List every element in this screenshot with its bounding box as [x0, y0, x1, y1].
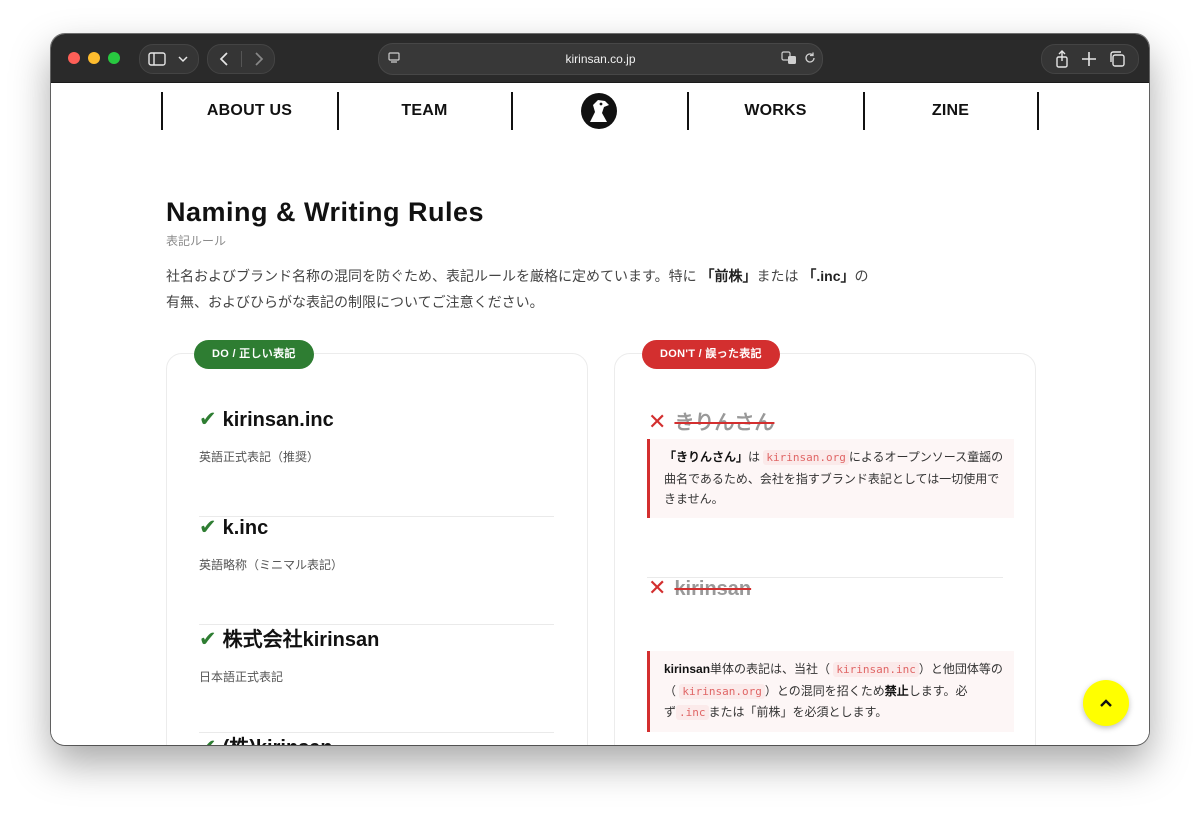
history-nav — [207, 44, 275, 74]
intro-emphasis: 「.inc」 — [802, 268, 855, 284]
back-icon[interactable] — [215, 51, 235, 67]
zoom-window-button[interactable] — [108, 52, 120, 64]
forward-icon[interactable] — [248, 51, 268, 67]
nav-divider — [240, 51, 242, 67]
do-item-note: 英語正式表記（推奨） — [199, 450, 320, 464]
kirinsan-logo-icon[interactable] — [580, 92, 618, 130]
tabs-icon[interactable] — [1108, 50, 1126, 68]
explain-text: または「前株」を必須とします。 — [708, 705, 888, 719]
do-item: ✔ (株)kirinsan — [199, 731, 554, 745]
cross-icon: ✕ — [648, 575, 667, 600]
do-item-label: k.inc — [222, 517, 269, 539]
code-snippet: kirinsan.org — [679, 683, 765, 699]
address-bar[interactable]: kirinsan.co.jp — [378, 43, 823, 75]
intro-part: の — [854, 268, 869, 284]
page-title: Naming & Writing Rules — [166, 197, 485, 227]
url-text: kirinsan.co.jp — [565, 52, 636, 66]
explain-text: 単体の表記は、当社（ — [710, 662, 831, 676]
reload-icon[interactable] — [803, 51, 817, 69]
intro-part: または — [756, 268, 799, 284]
chevron-up-icon — [1100, 699, 1112, 707]
share-icon[interactable] — [1054, 50, 1070, 68]
translate-icon[interactable] — [781, 51, 797, 69]
do-item: ✔ kirinsan.inc 英語正式表記（推奨） — [199, 407, 554, 465]
intro-emphasis: 「前株」 — [700, 268, 757, 284]
do-tag: DO / 正しい表記 — [194, 340, 314, 369]
site-nav: ABOUT US TEAM WORKS ZINE — [161, 92, 1039, 130]
check-icon: ✔ — [199, 736, 217, 745]
intro-text: 社名およびブランド名称の混同を防ぐため、表記ルールを厳格に定めています。特に 「… — [166, 263, 926, 315]
scroll-to-top-button[interactable] — [1083, 680, 1129, 726]
browser-toolbar: kirinsan.co.jp — [51, 34, 1149, 83]
do-item-label: kirinsan.inc — [222, 409, 334, 431]
sidebar-toggle-button[interactable] — [139, 44, 199, 74]
cross-icon: ✕ — [648, 409, 667, 434]
check-icon: ✔ — [199, 408, 217, 431]
explain-emphasis: 禁止 — [884, 683, 909, 698]
nav-item-team[interactable]: TEAM — [337, 102, 512, 120]
browser-window: kirinsan.co.jp ABOUT US TEAM WORKS ZINE … — [51, 34, 1149, 745]
nav-item-about-us[interactable]: ABOUT US — [162, 102, 337, 120]
chevron-down-icon — [178, 56, 188, 63]
toolbar-right-group — [1041, 44, 1139, 74]
dont-item-explanation: kirinsan単体の表記は、当社（ kirinsan.inc ）と他団体等の（ … — [647, 651, 1014, 732]
page-subtitle: 表記ルール — [166, 234, 227, 248]
dont-item-heading: ✕ きりんさん — [648, 406, 774, 435]
nav-item-works[interactable]: WORKS — [688, 102, 863, 120]
explain-text: は — [748, 450, 761, 464]
dont-tag: DON'T / 誤った表記 — [642, 340, 780, 369]
close-window-button[interactable] — [68, 52, 80, 64]
sidebar-icon — [148, 52, 166, 66]
dont-item-heading: ✕ kirinsan — [648, 575, 751, 601]
new-tab-icon[interactable] — [1080, 50, 1098, 68]
do-item: ✔ k.inc 英語略称（ミニマル表記） — [199, 515, 554, 573]
explain-emphasis: kirinsan — [664, 662, 711, 676]
code-snippet: .inc — [676, 705, 709, 720]
do-item-label: 株式会社kirinsan — [222, 629, 380, 651]
do-item-note: 英語略称（ミニマル表記） — [199, 558, 344, 572]
dont-item-explanation: 「きりんさん」は kirinsan.org によるオープンソース童謡の曲名であるた… — [647, 439, 1014, 518]
do-item-label: (株)kirinsan — [223, 737, 333, 745]
intro-part: 有無、およびひらがな表記の制限についてご注意ください。 — [166, 294, 544, 310]
do-item: ✔ 株式会社kirinsan 日本語正式表記 — [199, 623, 554, 685]
explain-text: ）との混同を招くため — [764, 683, 885, 698]
check-icon: ✔ — [199, 516, 217, 539]
dont-item-label: きりんさん — [674, 412, 775, 434]
explain-emphasis: 「きりんさん」 — [664, 450, 749, 464]
code-snippet: kirinsan.inc — [833, 662, 919, 677]
intro-part: 社名およびブランド名称の混同を防ぐため、表記ルールを厳格に定めています。特に — [166, 268, 697, 284]
do-item-note: 日本語正式表記 — [199, 670, 284, 684]
check-icon: ✔ — [199, 628, 217, 651]
minimize-window-button[interactable] — [88, 52, 100, 64]
web-page: ABOUT US TEAM WORKS ZINE Naming & Writin… — [51, 83, 1149, 745]
code-snippet: kirinsan.org — [763, 450, 849, 465]
nav-item-zine[interactable]: ZINE — [863, 102, 1038, 120]
dont-item-label: kirinsan — [674, 578, 752, 600]
